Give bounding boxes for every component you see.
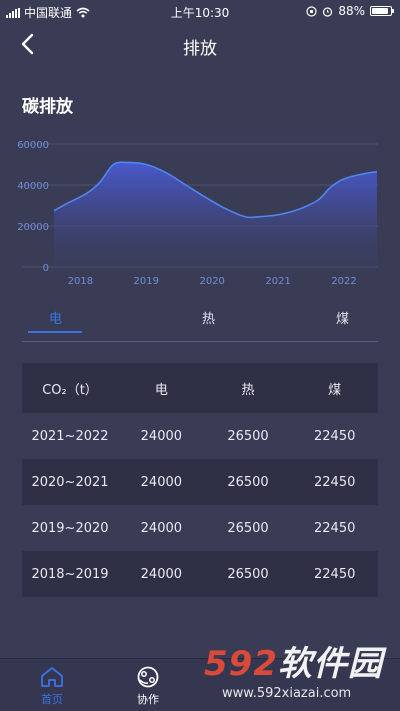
battery-icon bbox=[370, 6, 394, 16]
table-header: CO₂（t） 电 热 煤 bbox=[22, 363, 378, 413]
table-row: 2021~2022 24000 26500 22450 bbox=[22, 413, 378, 459]
nav-collaboration[interactable]: 协作 bbox=[118, 665, 178, 707]
home-icon bbox=[41, 667, 63, 687]
row-heat: 26500 bbox=[227, 474, 269, 490]
x-tick-label: 2019 bbox=[134, 276, 159, 287]
x-axis-ticks: 2018 2019 2020 2021 2022 bbox=[68, 276, 357, 287]
status-bar: 中国联通 上午10:30 88% bbox=[0, 0, 400, 22]
row-electricity: 24000 bbox=[140, 566, 183, 582]
y-axis-ticks: 0 20000 40000 60000 bbox=[17, 140, 49, 274]
orientation-lock-icon bbox=[306, 5, 317, 17]
row-period: 2019~2020 bbox=[31, 520, 109, 536]
watermark-url: www.592xiazai.com bbox=[222, 686, 352, 701]
row-coal: 22450 bbox=[314, 428, 356, 444]
row-coal: 22450 bbox=[314, 520, 356, 536]
watermark: 592软件园 www.592xiazai.com bbox=[200, 632, 400, 711]
row-coal: 22450 bbox=[314, 474, 356, 490]
tab-coal[interactable]: 煤 bbox=[336, 308, 349, 327]
emission-table: CO₂（t） 电 热 煤 2021~2022 24000 26500 22450… bbox=[22, 363, 378, 597]
row-period: 2021~2022 bbox=[31, 428, 109, 444]
status-right: 88% bbox=[306, 4, 394, 18]
tab-electricity[interactable]: 电 bbox=[49, 308, 62, 327]
row-coal: 22450 bbox=[314, 566, 356, 582]
row-electricity: 24000 bbox=[140, 520, 183, 536]
header-co2: CO₂（t） bbox=[42, 382, 98, 398]
x-tick-label: 2021 bbox=[265, 276, 290, 287]
row-electricity: 24000 bbox=[140, 428, 183, 444]
alarm-icon bbox=[323, 6, 333, 17]
nav-home-label: 首页 bbox=[41, 693, 63, 706]
table-row: 2019~2020 24000 26500 22450 bbox=[22, 505, 378, 551]
energy-tabs: 电 热 煤 bbox=[22, 300, 378, 342]
emission-chart: 0 20000 40000 60000 2018 2019 2020 2021 2022 bbox=[17, 140, 378, 287]
active-tab-indicator bbox=[28, 331, 82, 333]
row-heat: 26500 bbox=[227, 520, 269, 536]
battery-percent: 88% bbox=[338, 4, 365, 18]
watermark-logo: 592软件园 bbox=[204, 644, 383, 684]
table-row: 2018~2019 24000 26500 22450 bbox=[22, 551, 378, 597]
row-electricity: 24000 bbox=[140, 474, 183, 490]
x-tick-label: 2020 bbox=[199, 276, 224, 287]
section-title: 碳排放 bbox=[22, 97, 73, 117]
x-tick-label: 2018 bbox=[68, 276, 93, 287]
collaboration-icon bbox=[137, 666, 159, 688]
x-tick-label: 2022 bbox=[331, 276, 356, 287]
y-tick-label: 40000 bbox=[17, 181, 49, 192]
table-row: 2020~2021 24000 26500 22450 bbox=[22, 459, 378, 505]
y-tick-label: 60000 bbox=[17, 140, 49, 151]
nav-collaboration-label: 协作 bbox=[137, 693, 159, 706]
tab-heat[interactable]: 热 bbox=[202, 308, 215, 327]
y-tick-label: 20000 bbox=[17, 222, 49, 233]
battery-level bbox=[372, 8, 388, 14]
row-period: 2020~2021 bbox=[31, 474, 109, 490]
row-heat: 26500 bbox=[227, 566, 269, 582]
nav-bar: 排放 bbox=[0, 22, 400, 68]
header-electricity: 电 bbox=[154, 382, 168, 398]
row-period: 2018~2019 bbox=[31, 566, 109, 582]
header-coal: 煤 bbox=[328, 382, 342, 398]
row-heat: 26500 bbox=[227, 428, 269, 444]
y-tick-label: 0 bbox=[43, 263, 49, 274]
header-heat: 热 bbox=[241, 382, 255, 398]
nav-home[interactable]: 首页 bbox=[22, 665, 82, 707]
page-title: 排放 bbox=[183, 39, 217, 59]
